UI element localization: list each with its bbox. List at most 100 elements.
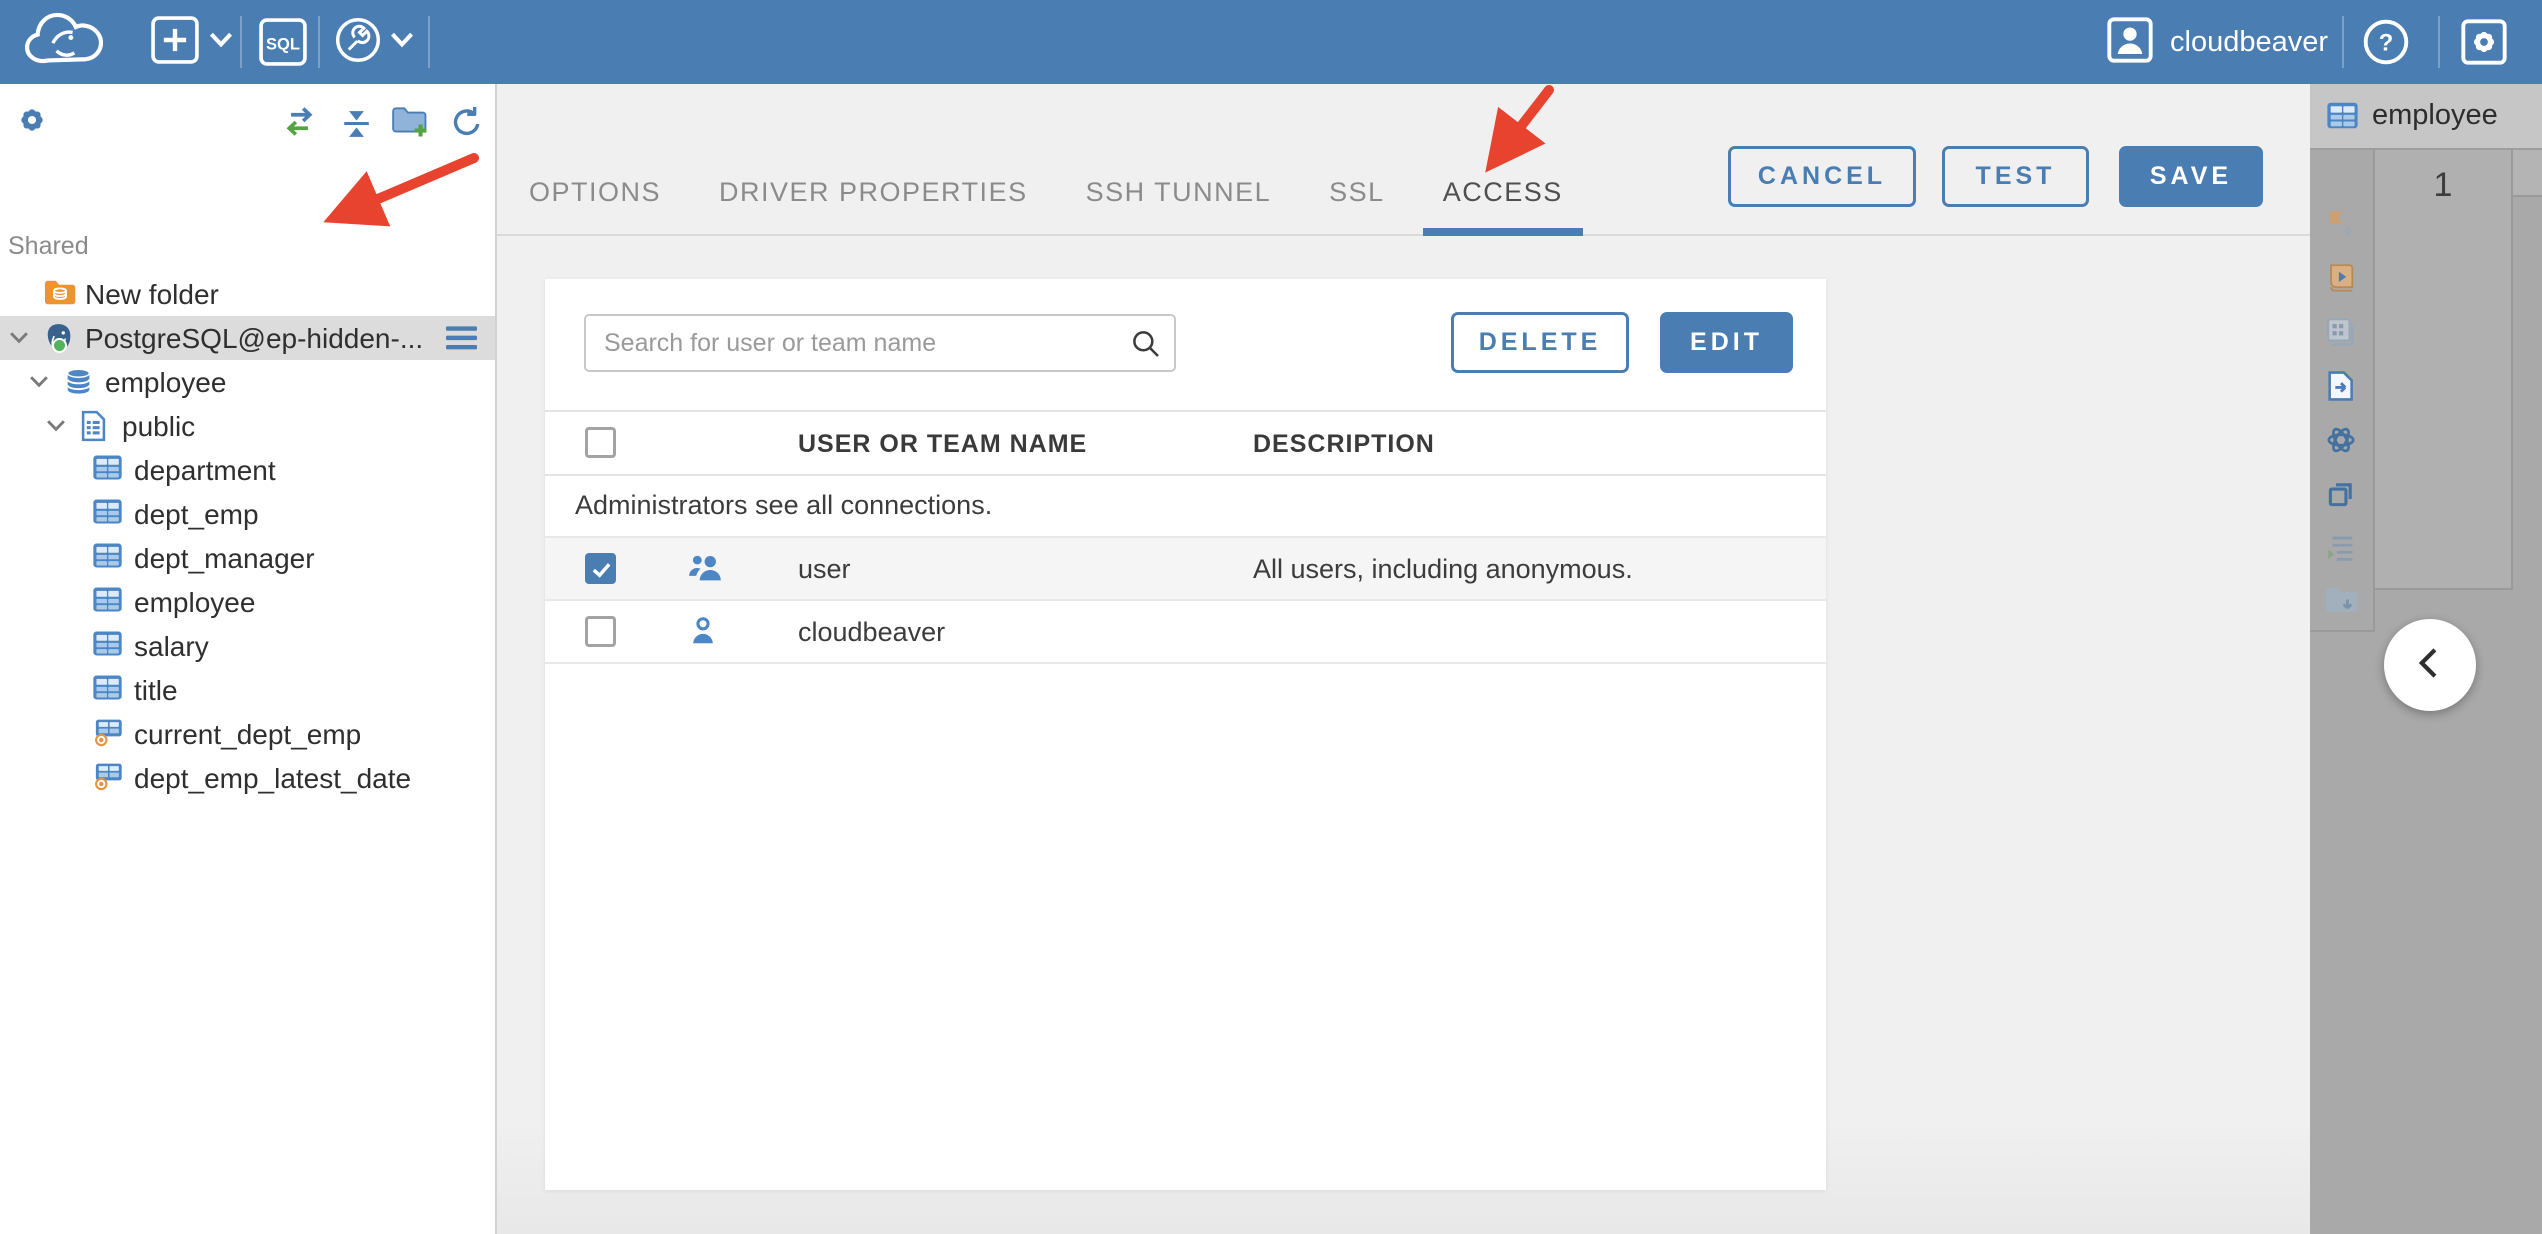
chevron-down-icon[interactable] — [29, 375, 49, 393]
new-connection-button[interactable] — [150, 0, 234, 84]
cancel-button[interactable]: CANCEL — [1728, 146, 1916, 207]
test-button[interactable]: TEST — [1942, 146, 2089, 207]
tree-item-label: employee — [105, 367, 227, 398]
row-description: All users, including anonymous. — [1253, 554, 1633, 584]
export-data-icon[interactable] — [2324, 369, 2358, 408]
main-content: OPTIONS DRIVER PROPERTIES SSH TUNNEL SSL ACC… — [497, 84, 2310, 1234]
search-icon[interactable] — [1130, 328, 1162, 365]
tree-item-dept-manager[interactable]: dept_manager — [0, 536, 495, 580]
table-icon — [92, 454, 123, 486]
tree-item-employee[interactable]: employee — [0, 580, 495, 624]
row-checkbox[interactable] — [585, 616, 616, 647]
explorer-tree: New folder PostgreSQL@ep-hidden-... employ… — [0, 84, 495, 1234]
plus-icon — [150, 15, 200, 70]
sql-icon: SQL — [259, 18, 307, 66]
collapse-panel-button[interactable] — [2384, 619, 2476, 711]
data-editor-toolbar — [2310, 150, 2375, 632]
tree-item-label: dept_emp_latest_date — [134, 763, 412, 794]
access-table-header: USER OR TEAM NAME DESCRIPTION — [545, 410, 1826, 476]
tree-item-department[interactable]: department — [0, 448, 495, 492]
tree-item-dept-emp-latest-date[interactable]: dept_emp_latest_date — [0, 756, 495, 800]
grid-row-number: 1 — [2433, 166, 2453, 204]
tree-item-label: New folder — [85, 279, 219, 310]
help-button[interactable]: ? — [2362, 0, 2410, 84]
row-menu-icon[interactable] — [446, 326, 477, 355]
tree-item-dept-emp[interactable]: dept_emp — [0, 492, 495, 536]
connection-status-dot — [52, 338, 67, 353]
search-input[interactable] — [604, 316, 1114, 370]
topbar-divider — [428, 16, 430, 68]
chevron-down-icon — [208, 31, 234, 53]
save-button[interactable]: SAVE — [2119, 146, 2263, 207]
settings-button[interactable] — [2460, 0, 2508, 84]
table-icon — [92, 542, 123, 574]
svg-text:?: ? — [2379, 29, 2394, 56]
admin-note-row: Administrators see all connections. — [545, 476, 1826, 538]
access-row-user[interactable]: user All users, including anonymous. — [545, 538, 1826, 601]
folder-db-icon — [43, 278, 77, 312]
tree-item-employee[interactable]: employee — [0, 360, 495, 404]
table-icon — [92, 630, 123, 662]
top-bar: SQL cloudbeaver ? — [0, 0, 2542, 84]
tree-item-title[interactable]: title — [0, 668, 495, 712]
row-checkbox[interactable] — [585, 553, 616, 584]
script-run-icon[interactable] — [2324, 261, 2358, 300]
tree-item-label: current_dept_emp — [134, 719, 362, 750]
access-row-cloudbeaver[interactable]: cloudbeaver — [545, 601, 1826, 664]
duplicate-icon[interactable] — [2324, 477, 2358, 516]
grid-form-icon[interactable] — [2324, 315, 2358, 354]
tree-item-label: dept_emp — [134, 499, 259, 530]
tab-access[interactable]: ACCESS — [1422, 177, 1583, 236]
tree-item-label: title — [134, 675, 178, 706]
tab-employee-label: employee — [2372, 99, 2498, 131]
chevron-left-icon — [2409, 642, 2451, 689]
tree-item-current-dept-emp[interactable]: current_dept_emp — [0, 712, 495, 756]
postgres-icon — [43, 322, 75, 359]
tab-employee[interactable]: employee — [2310, 84, 2542, 150]
tree-item-label: employee — [134, 587, 256, 618]
tree-item-public[interactable]: public — [0, 404, 495, 448]
tree-item-label: dept_manager — [134, 543, 315, 574]
grid-header-corner — [2513, 150, 2542, 197]
select-all-checkbox[interactable] — [585, 427, 616, 458]
user-menu[interactable]: cloudbeaver — [2106, 0, 2328, 84]
tab-ssh-tunnel[interactable]: SSH TUNNEL — [1066, 177, 1292, 234]
tree-item-postgresql-ep-hidden[interactable]: PostgreSQL@ep-hidden-... — [0, 316, 495, 360]
cloudbeaver-logo-icon[interactable] — [22, 0, 106, 84]
import-folder-icon[interactable] — [2324, 585, 2360, 620]
chevron-down-icon[interactable] — [9, 331, 29, 349]
navigator-sidebar: Shared New folder PostgreSQL@ep-hidden-..… — [0, 84, 497, 1234]
ai-assistant-icon[interactable] — [2324, 423, 2358, 462]
topbar-divider — [318, 16, 320, 68]
driver-manager-button[interactable] — [334, 0, 415, 84]
app-root: SQL cloudbeaver ? Shared New folder Post… — [0, 0, 2542, 1234]
search-box — [584, 314, 1176, 372]
svg-text:SQL: SQL — [266, 35, 300, 54]
table-icon — [92, 498, 123, 530]
bookmark-add-icon[interactable] — [2324, 207, 2358, 246]
sql-editor-button[interactable]: SQL — [258, 0, 308, 84]
view-icon — [92, 762, 123, 796]
schema-icon — [80, 410, 107, 447]
grid-row-number-column: 1 — [2375, 150, 2513, 590]
delete-button[interactable]: DELETE — [1451, 312, 1629, 373]
chevron-down-icon — [389, 31, 415, 53]
chevron-down-icon[interactable] — [46, 419, 66, 437]
tree-item-label: PostgreSQL@ep-hidden-... — [85, 323, 424, 354]
help-icon: ? — [2363, 19, 2409, 65]
tab-ssl[interactable]: SSL — [1309, 177, 1405, 234]
tab-options[interactable]: OPTIONS — [509, 177, 681, 234]
tree-item-new-folder[interactable]: New folder — [0, 272, 495, 316]
tab-driver-properties[interactable]: DRIVER PROPERTIES — [699, 177, 1048, 234]
gear-icon — [2461, 19, 2507, 65]
team-icon — [687, 552, 724, 589]
tree-item-label: salary — [134, 631, 209, 662]
tree-item-salary[interactable]: salary — [0, 624, 495, 668]
log-list-icon[interactable] — [2324, 531, 2358, 570]
edit-button[interactable]: EDIT — [1660, 312, 1793, 373]
tab-list: OPTIONS DRIVER PROPERTIES SSH TUNNEL SSL ACC… — [509, 177, 1583, 236]
admin-note-text: Administrators see all connections. — [575, 490, 993, 520]
table-icon — [92, 586, 123, 618]
topbar-divider — [240, 16, 242, 68]
row-name: cloudbeaver — [798, 617, 946, 647]
